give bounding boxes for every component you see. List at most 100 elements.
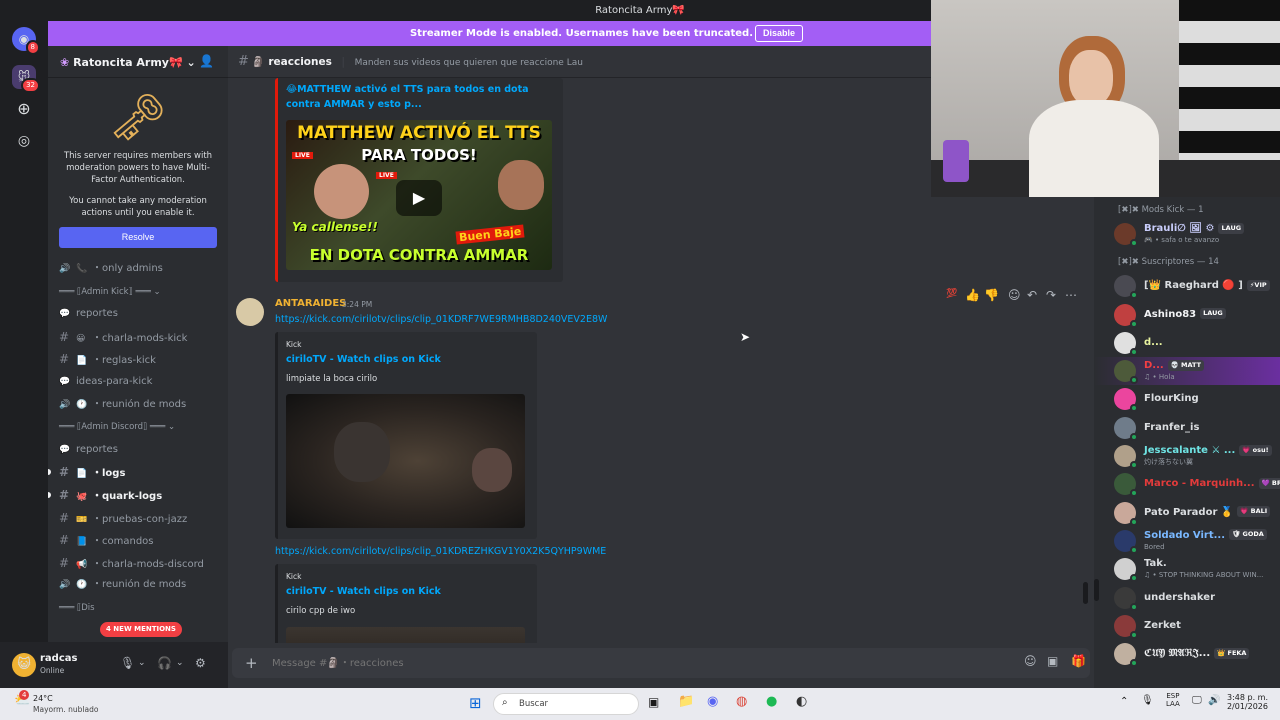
discover-button[interactable]: ◎ <box>12 129 36 153</box>
member-item[interactable]: undershaker <box>1094 584 1280 612</box>
channel-item[interactable]: # 😀 ・charla-mods-kick <box>48 326 228 349</box>
message-author[interactable]: ANTARAIDES <box>275 298 346 309</box>
add-member-icon[interactable]: 👤 <box>199 54 214 68</box>
channel-item[interactable]: # 📄 ・reglas-kick <box>48 348 228 371</box>
volume-icon[interactable]: 🔊 <box>1208 695 1220 706</box>
message-link[interactable]: https://kick.com/cirilotv/clips/clip_01K… <box>275 314 607 325</box>
headphones-chevron-icon[interactable]: ⌄ <box>176 658 184 668</box>
channel-list: 🔊 📞 ・only admins ═══ ⟦Admin Kick⟧ ═══ ⌄ 💬 rep… <box>48 258 228 620</box>
reaction-emoji-icon[interactable]: 💯 <box>946 289 957 299</box>
channel-emoji-icon: 📞 <box>76 264 88 274</box>
avatar[interactable]: 😺 <box>12 653 36 677</box>
direct-messages-button[interactable]: ◉ 8 <box>12 27 40 55</box>
embed-accent <box>275 332 278 539</box>
attach-plus-icon[interactable]: + <box>245 654 258 672</box>
channel-item[interactable]: 🔊 🕐 ・reunión de mods <box>48 574 228 597</box>
member-item[interactable]: Marco - Marquinh...💜 BRR <box>1094 470 1280 498</box>
embed-title[interactable]: ciriloTV - Watch clips on Kick <box>286 354 441 365</box>
weather-desc: Mayorm. nublado <box>33 705 99 714</box>
server-icon-ratoncita[interactable]: 🐭 32 <box>12 65 40 93</box>
category-header[interactable]: ═══ ⟦Admin Kick⟧ ═══ ⌄ <box>48 281 228 304</box>
obs-icon[interactable]: ◐ <box>796 694 807 709</box>
channel-item[interactable]: 💬 reportes <box>48 303 228 326</box>
channel-label: reportes <box>76 308 118 320</box>
member-group-header: [✖]✖ Suscriptores — 14 <box>1118 257 1219 268</box>
sticker-icon[interactable]: ▣ <box>1047 654 1058 668</box>
member-item[interactable]: FlourKing <box>1094 385 1280 413</box>
microphone-icon[interactable]: 🎙 <box>120 656 135 670</box>
category-header[interactable]: ═══ ⟦Admin Discord⟧ ═══ ⌄ <box>48 416 228 439</box>
mfa-notice: 🗝 This server requires members with mode… <box>58 88 218 248</box>
member-item[interactable]: [👑 Raeghard 🔴 ] ⚡VIP <box>1094 272 1280 300</box>
discord-taskbar-icon[interactable]: ◉ <box>707 694 718 709</box>
member-item[interactable]: d... <box>1094 329 1280 357</box>
video-thumbnail[interactable]: MATTHEW ACTIVÓ EL TTS PARA TODOS! LIVE L… <box>286 120 552 270</box>
category-header[interactable]: ═══ ⟦Dis <box>48 597 228 620</box>
thumbnail-callout-2: Buen Baje <box>455 224 525 245</box>
member-item[interactable]: Pato Parador 🥇 💗 BALI <box>1094 499 1280 527</box>
file-explorer-icon[interactable]: 📁 <box>678 694 694 709</box>
mic-chevron-icon[interactable]: ⌄ <box>138 658 146 668</box>
chrome-icon[interactable]: ◍ <box>736 694 747 709</box>
channel-item[interactable]: # 📘 ・comandos <box>48 529 228 552</box>
new-mentions-badge[interactable]: 4 NEW MENTIONS <box>100 622 182 637</box>
member-item[interactable]: ℭ𝔘𝔜 𝔐𝔄ℜ𝔍... 👑 FEKA <box>1094 640 1280 668</box>
add-reaction-icon[interactable]: ☺ <box>1008 288 1021 302</box>
resolve-button[interactable]: Resolve <box>59 227 217 248</box>
clock[interactable]: 3:48 p. m. 2/01/2026 <box>1222 693 1268 711</box>
hash-icon: # <box>59 465 70 480</box>
member-item[interactable]: Jesscalante ⚔ ... 💗 osu! 灼け落ちない翼 <box>1094 442 1280 470</box>
scrollbar-thumb[interactable] <box>1094 579 1099 601</box>
thumbs-down-icon[interactable]: 👎 <box>984 288 999 302</box>
channel-item[interactable]: 💬 ideas-para-kick <box>48 371 228 394</box>
member-name-text: undershaker <box>1144 591 1216 603</box>
server-header[interactable]: ❀ Ratoncita Army🎀 ⌄ 👤 <box>48 46 228 78</box>
network-icon[interactable]: 🖵 <box>1192 695 1202 706</box>
add-server-button[interactable]: ⊕ <box>12 97 36 121</box>
disable-streamer-mode-button[interactable]: Disable <box>754 25 803 42</box>
member-item[interactable]: Franfer_is <box>1094 414 1280 442</box>
thumbs-up-icon[interactable]: 👍 <box>965 288 980 302</box>
message-link-2[interactable]: https://kick.com/cirilotv/clips/clip_01K… <box>275 546 606 557</box>
scrollbar-thumb[interactable] <box>1083 582 1088 604</box>
clip-thumbnail[interactable] <box>286 394 525 528</box>
settings-gear-icon[interactable]: ⚙ <box>195 656 206 670</box>
task-view-icon[interactable]: ▣ <box>648 695 659 709</box>
taskbar-search[interactable]: ⌕ Buscar <box>493 693 639 715</box>
member-item[interactable]: Brauli∅ 🖼 ⚙ LAUG 🎮 • safa o te avanzo <box>1094 220 1280 248</box>
avatar[interactable] <box>236 298 264 326</box>
gift-icon[interactable]: 🎁 <box>1071 654 1086 668</box>
input-language[interactable]: ESP LAA <box>1166 692 1180 708</box>
member-item[interactable]: Tak. ♫ • STOP THINKING ABOUT WIN... <box>1094 555 1280 583</box>
clip-thumbnail[interactable] <box>286 627 525 643</box>
emoji-icon[interactable]: ☺ <box>1024 654 1037 668</box>
channel-item[interactable]: # 📢 ・charla-mods-discord <box>48 552 228 575</box>
more-options-icon[interactable]: ⋯ <box>1065 288 1077 302</box>
channel-item[interactable]: 🔊 📞 ・only admins <box>48 258 228 281</box>
member-name: ℭ𝔘𝔜 𝔐𝔄ℜ𝔍... 👑 FEKA <box>1144 647 1250 659</box>
person-silhouette-2 <box>472 448 512 492</box>
channel-item[interactable]: 🔊 🕐 ・reunión de mods <box>48 394 228 417</box>
avatar <box>1114 303 1138 328</box>
tray-chevron-icon[interactable]: ⌃ <box>1120 696 1128 707</box>
channel-item[interactable]: # 🎫 ・pruebas-con-jazz <box>48 507 228 530</box>
spotify-icon[interactable]: ● <box>766 694 777 709</box>
start-icon[interactable]: ⊞ <box>469 694 482 712</box>
tray-mic-icon[interactable]: 🎙 <box>1141 695 1154 706</box>
member-item[interactable]: D... 💀 MATT ♫ • Hola <box>1094 357 1280 386</box>
channel-item[interactable]: 💬 reportes <box>48 439 228 462</box>
play-icon[interactable]: ▶ <box>396 180 442 216</box>
member-item[interactable]: Zerket <box>1094 612 1280 640</box>
headphones-icon[interactable]: 🎧 <box>157 656 172 670</box>
username: radcas <box>40 653 78 664</box>
embed-title[interactable]: ciriloTV - Watch clips on Kick <box>286 586 441 597</box>
channel-item[interactable]: # 📄 ・logs <box>48 461 228 484</box>
reply-icon[interactable]: ↶ <box>1027 288 1037 302</box>
forum-icon: 💬 <box>59 444 71 455</box>
member-item[interactable]: Ashino83 LAUG <box>1094 301 1280 329</box>
message-input[interactable] <box>272 653 972 673</box>
member-item[interactable]: Soldado Virt... 🛡 GODA Bored <box>1094 527 1280 555</box>
embed-title[interactable]: 😂MATTHEW activó el TTS para todos en dot… <box>286 82 551 112</box>
channel-item[interactable]: # 🐙 ・quark-logs <box>48 484 228 507</box>
forward-icon[interactable]: ↷ <box>1046 288 1056 302</box>
